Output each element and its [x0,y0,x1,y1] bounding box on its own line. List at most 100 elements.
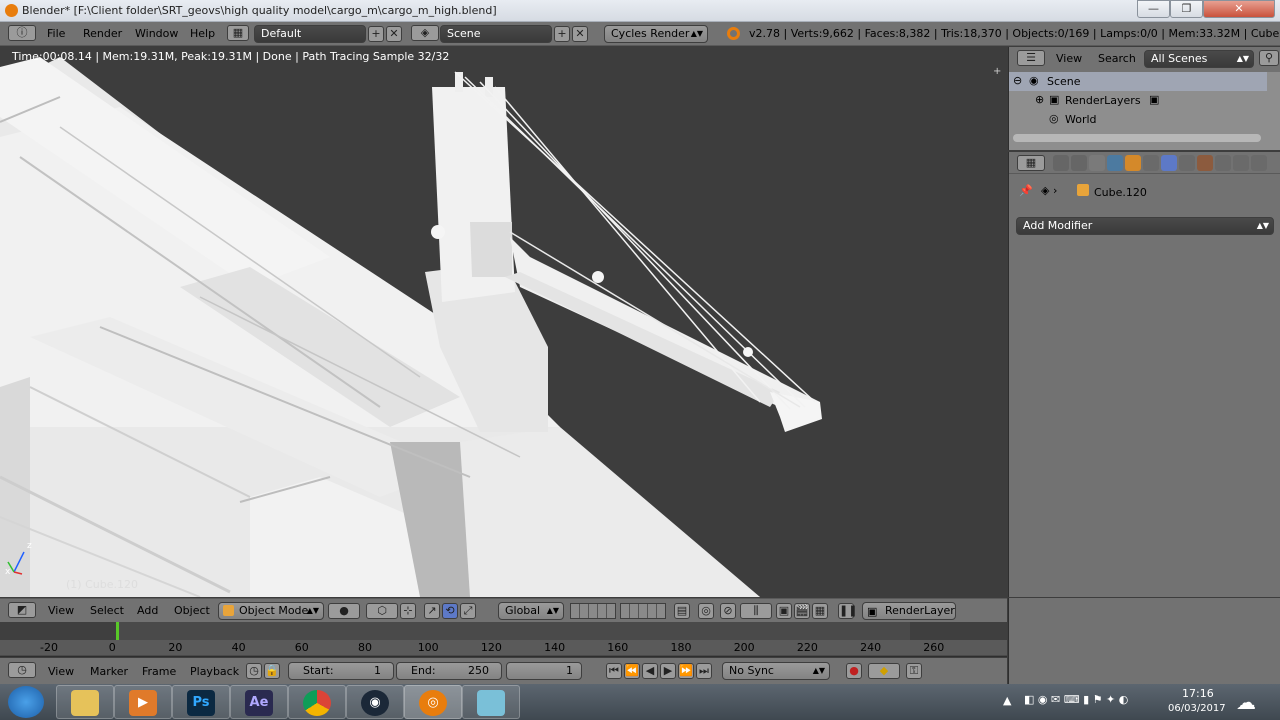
jump-keyframe-back-icon[interactable]: ⏪ [624,663,640,679]
lock-layers-icon[interactable]: ▤ [674,603,690,619]
play-reverse-icon[interactable]: ◀ [642,663,658,679]
render-layer-field[interactable]: ▣ RenderLayer [862,602,956,620]
viewport-menu-add[interactable]: Add [137,604,158,617]
translate-manipulator-icon[interactable]: ↗ [424,603,440,619]
add-scene-icon[interactable]: + [554,26,570,42]
outliner-scrollbar[interactable] [1013,134,1261,142]
editor-type-info-icon[interactable]: ⓘ [8,25,36,41]
lock-range-icon[interactable]: 🔒 [264,663,280,679]
scene-icon[interactable]: ◈ [411,25,439,41]
keying-set-icon[interactable]: ◆ [868,663,900,679]
clapper-icon[interactable]: ▦ [812,603,828,619]
jump-start-icon[interactable]: ⏮ [606,663,622,679]
menu-file[interactable]: File [47,27,65,40]
taskbar-explorer[interactable] [56,685,114,719]
insert-keyframe-icon[interactable]: ⚿ [906,663,922,679]
viewport-expand-icon[interactable]: + [993,67,1003,77]
constraints-tab-icon[interactable] [1143,155,1159,171]
current-frame-marker[interactable] [116,622,119,642]
world-tab-icon[interactable] [1107,155,1123,171]
taskbar-app[interactable] [462,685,520,719]
timeline-menu-frame[interactable]: Frame [142,665,176,678]
texture-tab-icon[interactable] [1215,155,1231,171]
scene-field[interactable]: Scene [440,25,552,43]
scene-tab-icon[interactable] [1089,155,1105,171]
shading-dropdown-icon[interactable]: ● [328,603,360,619]
material-tab-icon[interactable] [1197,155,1213,171]
timeline-menu-marker[interactable]: Marker [90,665,128,678]
taskbar-steam[interactable]: ◉ [346,685,404,719]
proportional-edit-icon[interactable]: ◎ [698,603,714,619]
render-engine-dropdown[interactable]: Cycles Render ▲▼ [604,25,708,43]
taskbar-aftereffects[interactable]: Ae [230,685,288,719]
timeline-ruler[interactable]: -20 0 20 40 60 80 100 120 140 160 180 200 220 240 260 [0,622,1007,657]
menu-render[interactable]: Render [83,27,122,40]
jump-keyframe-forward-icon[interactable]: ⏩ [678,663,694,679]
tray-icons[interactable]: ◧ ◉ ✉ ⌨ ▮ ⚑ ✦ ◐ [1024,693,1128,706]
pin-icon[interactable]: 📌 [1019,184,1033,197]
timeline-editor-icon[interactable]: ◷ [8,662,36,678]
auto-keyframe-icon[interactable]: ● [846,663,862,679]
start-button[interactable] [8,686,44,718]
modifiers-tab-icon[interactable] [1161,155,1177,171]
particles-tab-icon[interactable] [1233,155,1249,171]
end-frame-field[interactable]: End: 250 [396,662,502,680]
pause-render-icon[interactable]: ❚❚ [838,603,857,619]
data-tab-icon[interactable] [1179,155,1195,171]
clock-date[interactable]: 06/03/2017 [1168,703,1226,714]
outliner-row-scene[interactable]: ⊖ ◉ Scene [1009,72,1267,91]
preview-range-icon[interactable]: ◷ [246,663,262,679]
outliner-row-renderlayers[interactable]: ⊕ ▣ RenderLayers ▣ [1009,91,1267,110]
render-layer-toggle-icon[interactable]: ▣ [1149,93,1159,106]
remove-scene-icon[interactable]: ✕ [572,26,588,42]
clock-time[interactable]: 17:16 [1182,687,1214,700]
viewport-menu-object[interactable]: Object [174,604,210,617]
add-modifier-dropdown[interactable]: Add Modifier ▲▼ [1016,217,1274,235]
outliner-search-menu[interactable]: Search [1098,52,1136,65]
outliner-filter-dropdown[interactable]: All Scenes ▲▼ [1144,50,1254,68]
taskbar-chrome[interactable] [288,685,346,719]
snap-element-dropdown-icon[interactable]: ⫼ [740,603,772,619]
opengl-render-icon[interactable]: ▣ [776,603,792,619]
taskbar-blender[interactable]: ◎ [404,685,462,719]
transform-orientation-dropdown[interactable]: Global ▲▼ [498,602,564,620]
3d-viewport[interactable]: Time:00:08.14 | Mem:19.31M, Peak:19.31M … [0,47,1007,597]
properties-editor-icon[interactable]: ▦ [1017,155,1045,171]
physics-tab-icon[interactable] [1251,155,1267,171]
screen-layout-icon[interactable]: ▦ [227,25,249,41]
screen-layout-field[interactable]: Default [254,25,366,43]
render-animation-icon[interactable]: 🎬 [794,603,810,619]
minimize-button[interactable]: — [1137,0,1170,18]
pivot-dropdown-icon[interactable]: ⬡ [366,603,398,619]
outliner-search-icon[interactable]: ⚲ [1259,50,1279,66]
outliner-view-menu[interactable]: View [1056,52,1082,65]
viewport-menu-select[interactable]: Select [90,604,124,617]
start-frame-field[interactable]: Start: 1 [288,662,394,680]
menu-help[interactable]: Help [190,27,215,40]
close-button[interactable]: ✕ [1203,0,1275,18]
tray-expand-icon[interactable]: ▲ [1003,694,1011,707]
cloud-icon[interactable]: ☁ [1236,690,1256,714]
layer-buttons-left[interactable] [570,603,616,619]
rotate-manipulator-icon[interactable]: ⟲ [442,603,458,619]
render-layers-tab-icon[interactable] [1071,155,1087,171]
sync-mode-dropdown[interactable]: No Sync ▲▼ [722,662,830,680]
outliner-row-world[interactable]: ◎ World [1009,110,1267,129]
current-frame-field[interactable]: 1 [506,662,582,680]
maximize-button[interactable]: ❐ [1170,0,1203,18]
play-icon[interactable]: ▶ [660,663,676,679]
collapse-icon[interactable]: ⊖ [1013,74,1022,87]
render-tab-icon[interactable] [1053,155,1069,171]
viewport-menu-view[interactable]: View [48,604,74,617]
mode-dropdown[interactable]: Object Mode ▲▼ [218,602,324,620]
remove-screen-icon[interactable]: ✕ [386,26,402,42]
taskbar-media[interactable]: ▶ [114,685,172,719]
object-tab-icon[interactable] [1125,155,1141,171]
taskbar-photoshop[interactable]: Ps [172,685,230,719]
expand-icon[interactable]: ⊕ [1035,93,1044,106]
menu-window[interactable]: Window [135,27,178,40]
layer-buttons-right[interactable] [620,603,666,619]
snap-toggle-icon[interactable]: ⊘ [720,603,736,619]
outliner-editor-icon[interactable]: ☰ [1017,50,1045,66]
manipulator-toggle-icon[interactable]: ⊹ [400,603,416,619]
